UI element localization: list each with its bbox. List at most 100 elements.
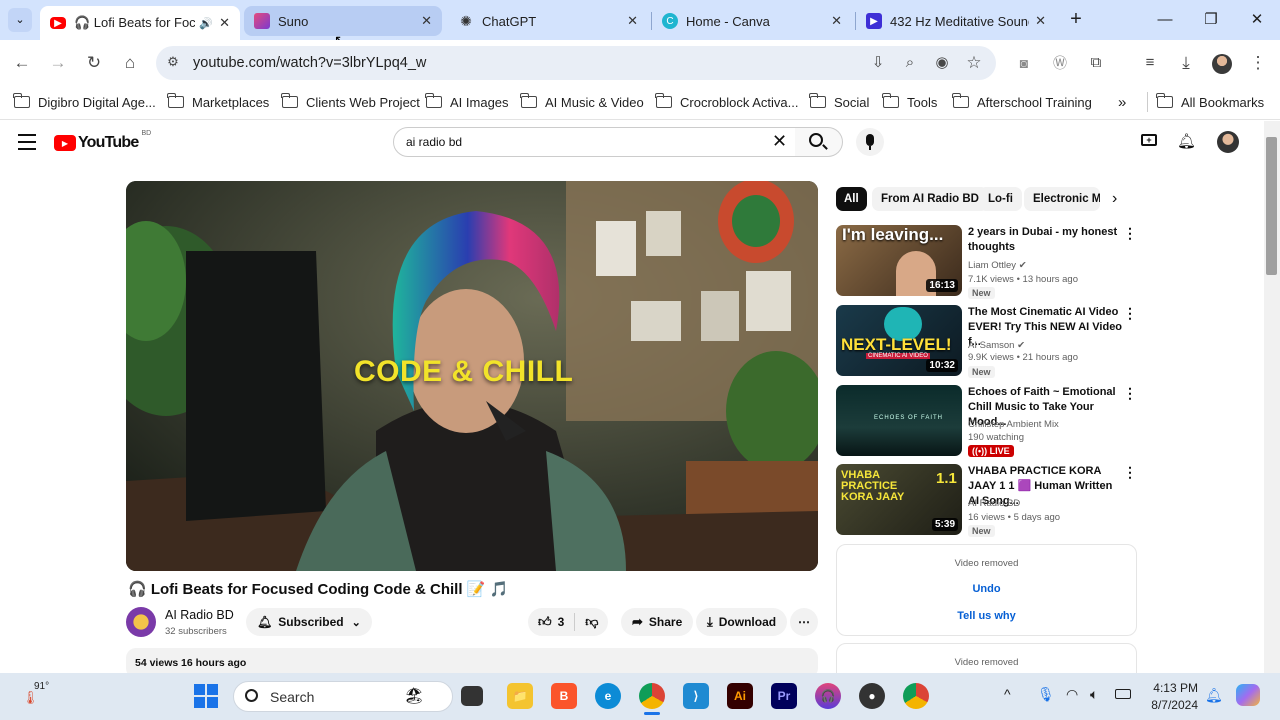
bookmark-folder[interactable]: Afterschool Training [952,92,1092,112]
chrome-icon[interactable] [639,683,665,709]
volume-icon[interactable]: 🔈︎ [1090,686,1098,703]
restore-button[interactable]: ❐ [1191,8,1231,32]
create-video-icon[interactable]: + [1141,134,1157,146]
premiere-icon[interactable]: Pr [771,683,797,709]
share-button[interactable]: ➦ Share [621,608,694,636]
channel-avatar[interactable] [126,607,156,637]
tell-us-why-button[interactable]: Tell us why [837,610,1136,622]
back-icon[interactable]: ← [8,49,36,77]
vscode-icon[interactable]: ⟩ [683,683,709,709]
close-icon[interactable]: ✕ [1035,13,1046,29]
show-hidden-icons-chevron[interactable]: ^ [1004,686,1011,702]
search-button[interactable] [795,127,843,157]
bookmark-folder[interactable]: Crocroblock Activa... [655,92,799,112]
wifi-icon[interactable]: ◠ [1066,686,1078,703]
install-app-icon[interactable]: ⇩ [864,49,892,77]
guide-menu-icon[interactable] [18,134,36,150]
home-icon[interactable]: ⌂ [116,49,144,77]
recommendation-thumbnail[interactable]: I'm leaving... 16:13 [836,225,962,296]
all-bookmarks[interactable]: All Bookmarks [1156,92,1264,112]
chevron-right-icon[interactable]: › [1112,190,1117,208]
file-explorer-icon[interactable]: 📁 [507,683,533,709]
start-button[interactable] [194,684,218,708]
more-actions-button[interactable]: ⋯ [790,608,818,636]
copilot-icon[interactable] [1236,684,1260,706]
tab-chatgpt[interactable]: ✺ ChatGPT ✕ [448,6,648,36]
menu-icon[interactable]: ⋮ [1244,49,1272,77]
bookmark-folder[interactable]: Digibro Digital Age... [13,92,156,112]
clock-time[interactable]: 4:13 PM [1148,681,1198,695]
profile-avatar[interactable] [1212,54,1232,74]
window-close-button[interactable]: ✕ [1237,8,1277,32]
bookmarks-overflow-icon[interactable]: » [1118,92,1126,112]
chip-electronic[interactable]: Electronic Mu [1024,187,1100,211]
zoom-icon[interactable]: ⌕ [896,49,924,77]
brave-icon[interactable]: B [551,683,577,709]
bookmark-folder[interactable]: Marketplaces [167,92,269,112]
microphone-tray-icon[interactable]: 🎙 [1037,686,1055,703]
close-icon[interactable]: ✕ [219,15,230,31]
extensions-icon[interactable]: ⧉ [1082,49,1110,77]
close-icon[interactable]: ✕ [627,13,638,29]
task-view-icon[interactable] [461,686,483,706]
edge-icon[interactable]: e [595,683,621,709]
bookmark-folder[interactable]: AI Images [425,92,509,112]
reload-icon[interactable]: ↻ [80,49,108,77]
recommendation-channel[interactable]: AI Samson ✔ [968,340,1025,351]
camera-icon[interactable]: ◙ [1010,49,1038,77]
bookmark-folder[interactable]: Clients Web Project [281,92,420,112]
tab-search-button[interactable]: ⌄ [8,8,32,32]
headphones-app-icon[interactable]: 🎧 [815,683,841,709]
more-vertical-icon[interactable]: ⋮ [1123,385,1137,402]
recommendation-thumbnail[interactable]: VHABA PRACTICE KORA JAAY 1.1 5:39 [836,464,962,535]
site-info-icon[interactable]: ⚙ [164,54,182,72]
recommendation-channel[interactable]: AI Radio BD [968,498,1020,509]
recommendation-title[interactable]: 2 years in Dubai - my honest thoughts [968,225,1124,255]
bookmark-folder[interactable]: Tools [882,92,937,112]
illustrator-icon[interactable]: Ai [727,683,753,709]
recommendation-channel[interactable]: Liam Ottley ✔ [968,260,1027,271]
url-text[interactable]: youtube.com/watch?v=3lbrYLpq4_w [193,55,426,71]
tab-youtube[interactable]: ▶ 🎧 Lofi Beats for Focused Coding Code &… [40,6,240,40]
recommendation-item[interactable]: VHABA PRACTICE KORA JAAY 1.1 5:39 VHABA … [836,464,1137,537]
recommendation-thumbnail[interactable]: NEXT-LEVEL! CINEMATIC AI VIDEO 10:32 [836,305,962,376]
battery-icon[interactable] [1115,689,1131,699]
chrome-profile-icon[interactable] [903,683,929,709]
weather-widget[interactable]: 🌡 91° [18,680,58,712]
like-button[interactable]: 👍︎ 3 [528,613,576,631]
bookmark-folder[interactable]: Social [809,92,869,112]
close-icon[interactable]: ✕ [831,13,842,29]
taskbar-search[interactable]: Search 🏖 [233,681,453,712]
forward-icon[interactable]: → [44,49,72,77]
page-scrollbar[interactable] [1264,121,1280,673]
media-control-icon[interactable]: ≡ [1136,49,1164,77]
notification-bell-icon[interactable]: 🔔︎ [1205,687,1223,704]
youtube-logo[interactable]: ▶ YouTube BD [54,130,151,152]
downloads-icon[interactable]: ⤓ [1172,49,1200,77]
notifications-bell-icon[interactable]: 🔔︎ [1177,132,1196,150]
recommendation-item[interactable]: NEXT-LEVEL! CINEMATIC AI VIDEO 10:32 The… [836,305,1137,378]
recommendation-thumbnail[interactable]: ECHOES OF FAITH [836,385,962,456]
recommendation-channel[interactable]: Chillstep Ambient Mix [968,419,1059,430]
chip-lofi[interactable]: Lo-fi [979,187,1022,211]
more-vertical-icon[interactable]: ⋮ [1123,305,1137,322]
minimize-button[interactable]: — [1145,8,1185,32]
recorder-app-icon[interactable]: ● [859,683,885,709]
dislike-button[interactable]: 👎︎ [575,614,608,630]
channel-name[interactable]: AI Radio BD [165,608,234,622]
eye-off-icon[interactable]: ◉ [928,49,956,77]
more-vertical-icon[interactable]: ⋮ [1123,225,1137,242]
clear-icon[interactable]: ✕ [772,131,787,152]
clock-date[interactable]: 8/7/2024 [1142,698,1198,712]
bookmark-folder[interactable]: AI Music & Video [520,92,644,112]
more-vertical-icon[interactable]: ⋮ [1123,464,1137,481]
new-tab-button[interactable]: + [1064,8,1088,32]
voice-search-button[interactable] [856,128,884,156]
account-avatar[interactable] [1217,131,1239,153]
tab-canva[interactable]: C Home - Canva ✕ [652,6,852,36]
recommendation-item[interactable]: ECHOES OF FAITH Echoes of Faith ~ Emotio… [836,385,1137,457]
download-button[interactable]: ⤓ Download [696,608,788,636]
chip-from-channel[interactable]: From AI Radio BD [872,187,988,211]
wordpress-icon[interactable]: Ⓦ [1046,49,1074,77]
star-icon[interactable]: ☆ [960,49,988,77]
